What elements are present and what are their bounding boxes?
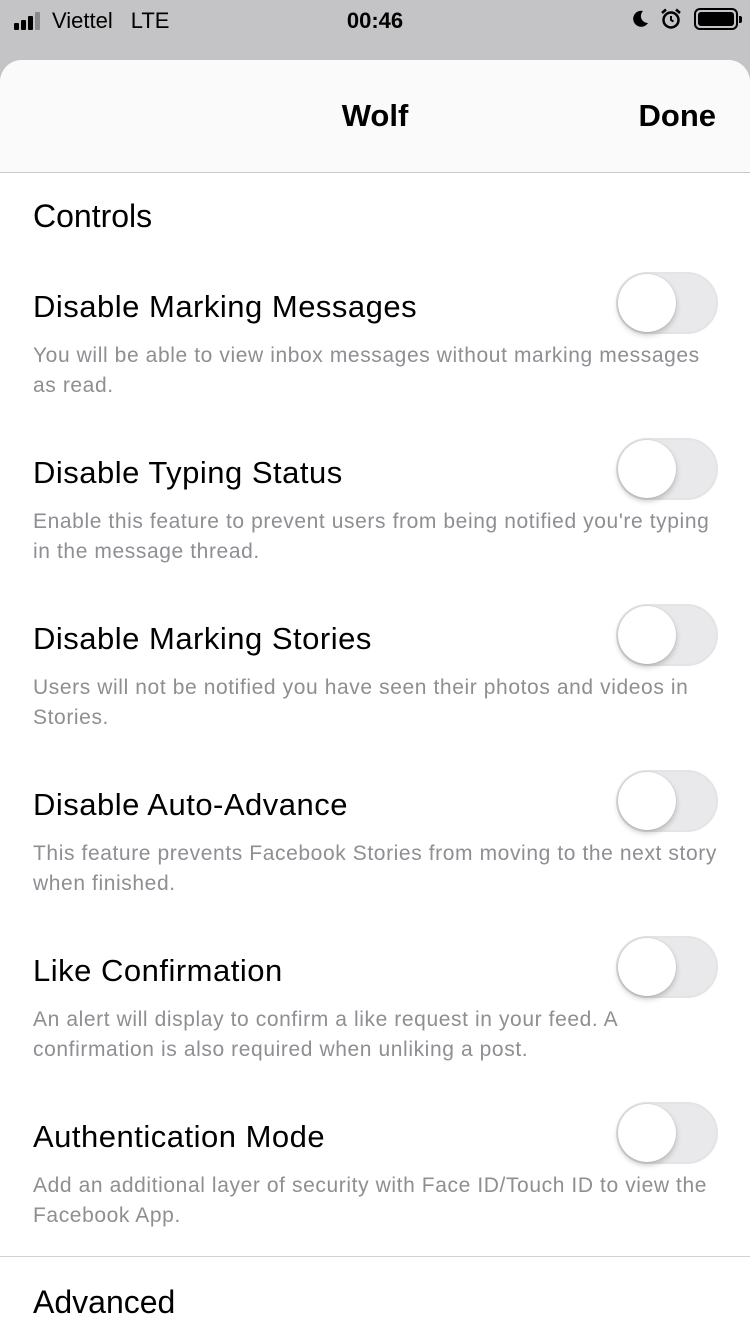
done-button[interactable]: Done bbox=[639, 98, 717, 134]
disable-marking-stories-toggle[interactable] bbox=[616, 604, 718, 666]
setting-description: Users will not be notified you have seen… bbox=[33, 676, 689, 729]
setting-title: Disable Marking Stories bbox=[33, 621, 372, 656]
section-header-controls: Controls bbox=[33, 198, 153, 234]
setting-description: This feature prevents Facebook Stories f… bbox=[33, 842, 717, 895]
setting-description: Add an additional layer of security with… bbox=[33, 1174, 708, 1227]
section-divider bbox=[0, 1256, 750, 1257]
like-confirmation-toggle[interactable] bbox=[616, 936, 718, 998]
disable-marking-messages-toggle[interactable] bbox=[616, 272, 718, 334]
battery-icon bbox=[694, 8, 742, 30]
disable-auto-advance-toggle[interactable] bbox=[616, 770, 718, 832]
setting-title: Authentication Mode bbox=[33, 1119, 326, 1154]
alarm-icon bbox=[661, 8, 681, 29]
status-bar-right bbox=[630, 8, 742, 30]
setting-title: Disable Typing Status bbox=[33, 455, 343, 490]
setting-description: An alert will display to confirm a like … bbox=[33, 1008, 618, 1061]
setting-description: You will be able to view inbox messages … bbox=[33, 344, 700, 397]
setting-description: Enable this feature to prevent users fro… bbox=[33, 510, 710, 563]
disable-typing-status-toggle[interactable] bbox=[616, 438, 718, 500]
setting-title: Disable Marking Messages bbox=[33, 289, 418, 324]
authentication-mode-toggle[interactable] bbox=[616, 1102, 718, 1164]
setting-title: Like Confirmation bbox=[33, 953, 283, 988]
navigation-bar: Wolf Done bbox=[0, 60, 750, 173]
section-header-advanced[interactable]: Advanced bbox=[0, 1284, 175, 1321]
status-bar: Viettel LTE 00:46 bbox=[0, 0, 750, 40]
moon-icon bbox=[633, 10, 648, 27]
setting-title: Disable Auto-Advance bbox=[33, 787, 349, 822]
page-title: Wolf bbox=[341, 98, 409, 133]
settings-sheet: Wolf Done Controls Disable Marking Messa… bbox=[0, 60, 750, 1334]
